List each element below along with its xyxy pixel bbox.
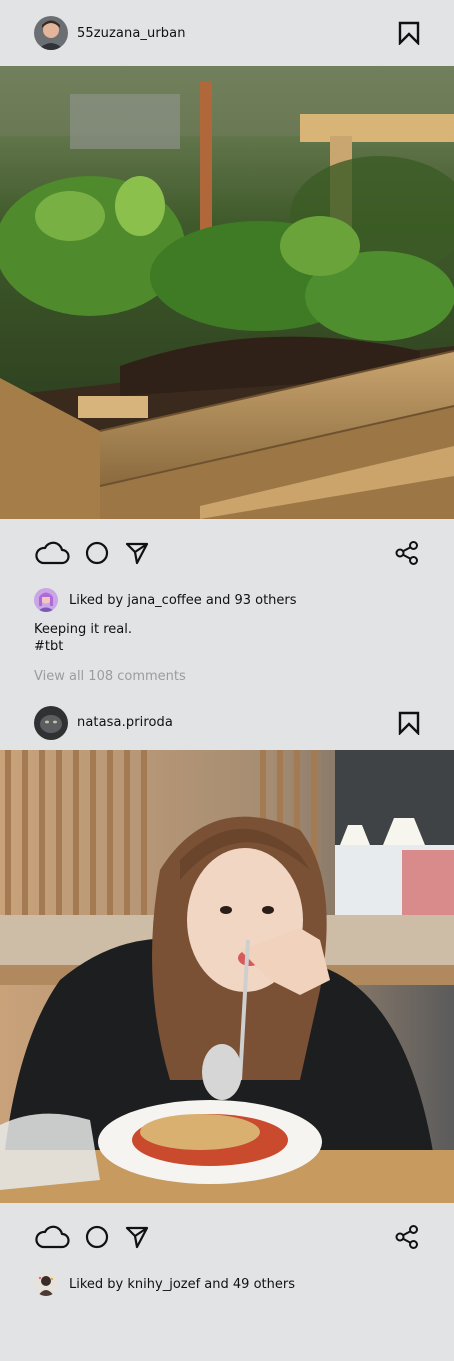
cloud-icon[interactable] — [34, 540, 70, 566]
cloud-icon[interactable] — [34, 1224, 70, 1250]
likes-text: Liked by knihy_jozef and 49 others — [69, 1277, 295, 1292]
likes-text: Liked by jana_coffee and 93 others — [69, 593, 297, 608]
avatar[interactable] — [34, 16, 68, 50]
share-icon[interactable] — [394, 1224, 420, 1250]
liked-by-username[interactable]: jana_coffee — [127, 593, 201, 608]
likes-row: Liked by jana_coffee and 93 others — [0, 587, 454, 613]
send-arrow-icon[interactable] — [124, 1224, 150, 1250]
post: natasa.priroda Liked by knihy_jozef and … — [0, 695, 454, 1297]
post-header: 55zuzana_urban — [0, 0, 454, 66]
post: 55zuzana_urban Liked by jana_coffee and … — [0, 0, 454, 695]
caption-hashtag[interactable]: #tbt — [34, 638, 420, 655]
feed: 55zuzana_urban Liked by jana_coffee and … — [0, 0, 454, 1297]
post-caption: Keeping it real. #tbt — [0, 613, 454, 655]
likes-prefix: Liked by — [69, 592, 128, 608]
post-actions — [0, 1203, 454, 1271]
likes-suffix[interactable]: and 49 others — [200, 1277, 295, 1292]
circle-icon[interactable] — [84, 1224, 110, 1250]
bookmark-icon[interactable] — [398, 21, 420, 45]
post-photo[interactable] — [0, 66, 454, 519]
send-arrow-icon[interactable] — [124, 540, 150, 566]
liked-by-username[interactable]: knihy_jozef — [127, 1277, 200, 1292]
post-actions — [0, 519, 454, 587]
likes-row: Liked by knihy_jozef and 49 others — [0, 1271, 454, 1297]
share-icon[interactable] — [394, 540, 420, 566]
post-username[interactable]: 55zuzana_urban — [77, 26, 186, 41]
bookmark-icon[interactable] — [398, 711, 420, 735]
likes-prefix: Liked by — [69, 1276, 128, 1292]
likes-suffix[interactable]: and 93 others — [202, 593, 297, 608]
post-username[interactable]: natasa.priroda — [77, 715, 173, 730]
view-comments-link[interactable]: View all 108 comments — [0, 655, 454, 695]
avatar[interactable] — [34, 588, 58, 612]
circle-icon[interactable] — [84, 540, 110, 566]
avatar[interactable] — [34, 705, 68, 740]
post-photo[interactable] — [0, 750, 454, 1203]
caption-line: Keeping it real. — [34, 622, 132, 637]
post-header: natasa.priroda — [0, 695, 454, 750]
avatar[interactable] — [34, 1272, 58, 1296]
